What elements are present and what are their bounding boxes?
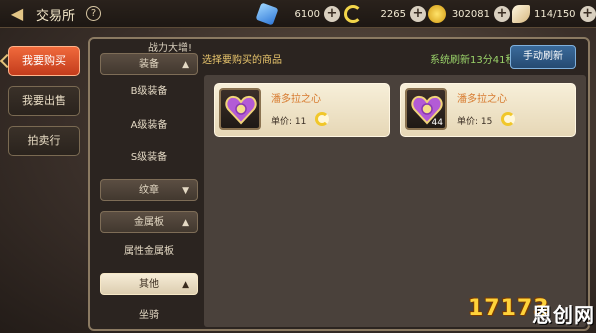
c-coin-icon <box>315 112 329 126</box>
add-diamond-button[interactable]: + <box>324 6 340 22</box>
resource-fatigue: 114/150 + <box>512 4 596 24</box>
item-card[interactable]: 潘多拉之心 单价: 11 <box>214 83 390 137</box>
market-panel: 战力大增! 选择要购买的商品 系统刷新13分41秒 手动刷新 装备 ▲ B级装备… <box>88 37 590 331</box>
category-equipment[interactable]: 装备 ▲ <box>100 53 198 75</box>
chevron-up-icon: ▲ <box>182 218 189 228</box>
c-coin-value: 2265 <box>380 8 406 20</box>
add-c-coin-button[interactable]: + <box>410 6 426 22</box>
c-coin-icon <box>344 5 362 23</box>
item-name: 潘多拉之心 <box>271 94 321 105</box>
pandora-heart-icon <box>219 88 261 130</box>
category-mount[interactable]: 坐骑 <box>100 305 198 327</box>
wing-icon <box>512 5 530 23</box>
add-gold-button[interactable]: + <box>494 6 510 22</box>
category-attribute-plate[interactable]: 属性金属板 <box>100 241 198 263</box>
category-emblem[interactable]: 纹章 ▼ <box>100 179 198 201</box>
tab-buy[interactable]: 我要购买 <box>8 46 80 76</box>
category-a-equipment[interactable]: A级装备 <box>100 115 198 137</box>
tab-sell[interactable]: 我要出售 <box>8 86 80 116</box>
chevron-up-icon: ▲ <box>182 280 189 290</box>
item-list: 潘多拉之心 单价: 11 44 潘多拉之心 单价: 15 <box>204 75 586 327</box>
category-s-equipment[interactable]: S级装备 <box>100 147 198 169</box>
resource-diamond: 6100 + <box>255 2 340 26</box>
diamond-value: 6100 <box>294 8 320 20</box>
item-name: 潘多拉之心 <box>457 94 507 105</box>
category-label: 装备 <box>139 59 159 70</box>
select-hint: 选择要购买的商品 <box>202 55 282 66</box>
tab-auction[interactable]: 拍卖行 <box>8 126 80 156</box>
manual-refresh-button[interactable]: 手动刷新 <box>510 45 576 69</box>
c-coin-icon <box>501 112 515 126</box>
category-metal-plate[interactable]: 金属板 ▲ <box>100 211 198 233</box>
category-label: 其他 <box>139 279 159 290</box>
chevron-down-icon: ▼ <box>182 186 189 196</box>
resource-c-coin: 2265 + <box>344 4 426 24</box>
item-price: 单价: 15 <box>457 117 493 127</box>
watermark-sub: 恩创网 <box>532 303 595 327</box>
category-other[interactable]: 其他 ▲ <box>100 273 198 295</box>
page-title: 交易所 <box>36 9 76 24</box>
category-label: 金属板 <box>134 217 164 228</box>
refresh-countdown: 系统刷新13分41秒 <box>430 55 516 66</box>
item-card[interactable]: 44 潘多拉之心 单价: 15 <box>400 83 576 137</box>
category-label: 纹章 <box>139 185 159 196</box>
item-price: 单价: 11 <box>271 117 307 127</box>
fatigue-value: 114/150 <box>534 8 576 20</box>
add-fatigue-button[interactable]: + <box>579 6 596 22</box>
watermark-logo: 17173 恩创网 <box>468 296 596 333</box>
gold-coin-icon <box>428 5 446 23</box>
help-icon[interactable]: ? <box>86 6 101 21</box>
back-arrow-icon[interactable]: ◀ <box>6 4 28 24</box>
resource-gold: 302081 + <box>428 4 510 24</box>
pandora-heart-icon: 44 <box>405 88 447 130</box>
chevron-up-icon: ▲ <box>182 60 189 70</box>
top-bar: ◀ 交易所 ? 6100 + 2265 + 302081 + 114/150 + <box>0 0 596 28</box>
item-quantity: 44 <box>431 118 443 128</box>
category-b-equipment[interactable]: B级装备 <box>100 81 198 103</box>
notice-text: 战力大增! <box>148 43 193 54</box>
diamond-icon <box>255 2 279 26</box>
gold-value: 302081 <box>451 8 490 20</box>
